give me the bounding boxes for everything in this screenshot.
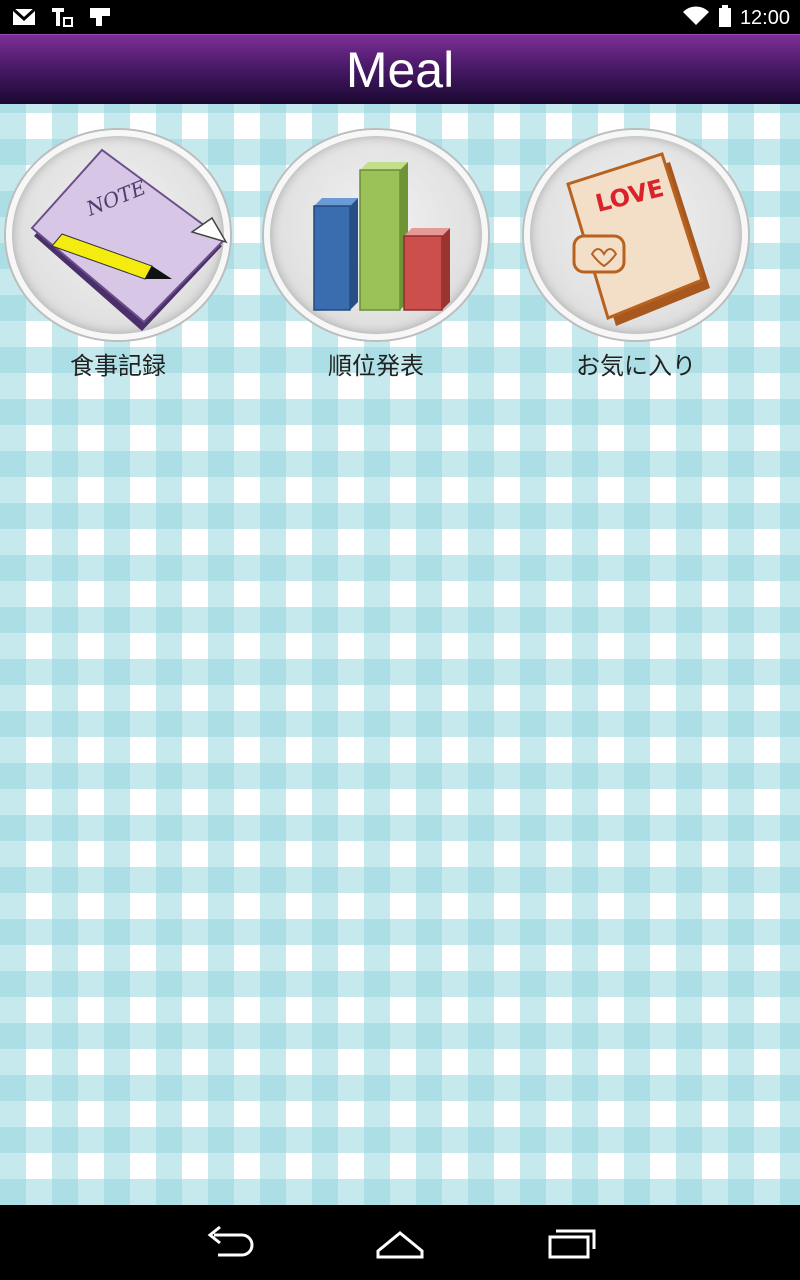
home-icon[interactable] <box>370 1223 430 1263</box>
note-icon: NOTE <box>30 148 228 331</box>
main-content: NOTE 食事記録 順位発表 LOVE お気に入り <box>0 104 800 1205</box>
tile-favorites[interactable]: LOVE お気に入り <box>520 130 752 381</box>
tile-favorites-circle[interactable]: LOVE <box>524 130 748 340</box>
tile-meal-record[interactable]: NOTE 食事記録 <box>2 130 234 381</box>
tile-favorites-label: お気に入り <box>576 352 696 380</box>
ticket-icon <box>50 6 74 32</box>
gmail-icon <box>11 7 37 31</box>
download-icon <box>88 6 112 32</box>
tile-ranking-label: 順位発表 <box>328 352 424 380</box>
status-time: 12:00 <box>739 6 790 29</box>
action-bar: Meal <box>0 34 800 104</box>
tile-ranking[interactable]: 順位発表 <box>260 130 492 381</box>
tile-meal-record-circle[interactable]: NOTE <box>6 130 230 340</box>
recents-icon[interactable] <box>540 1223 600 1263</box>
love-book-icon: LOVE <box>566 152 710 326</box>
tile-meal-record-label: 食事記録 <box>70 352 166 380</box>
battery-icon <box>718 4 732 32</box>
tile-ranking-circle[interactable] <box>264 130 488 340</box>
page-title: Meal <box>345 42 455 98</box>
navigation-bar <box>0 1205 800 1280</box>
bar-chart-icon <box>313 162 450 311</box>
back-icon[interactable] <box>200 1223 260 1263</box>
status-bar: 12:00 <box>0 0 800 34</box>
status-bar-notifications <box>11 6 112 32</box>
wifi-icon <box>682 5 710 31</box>
